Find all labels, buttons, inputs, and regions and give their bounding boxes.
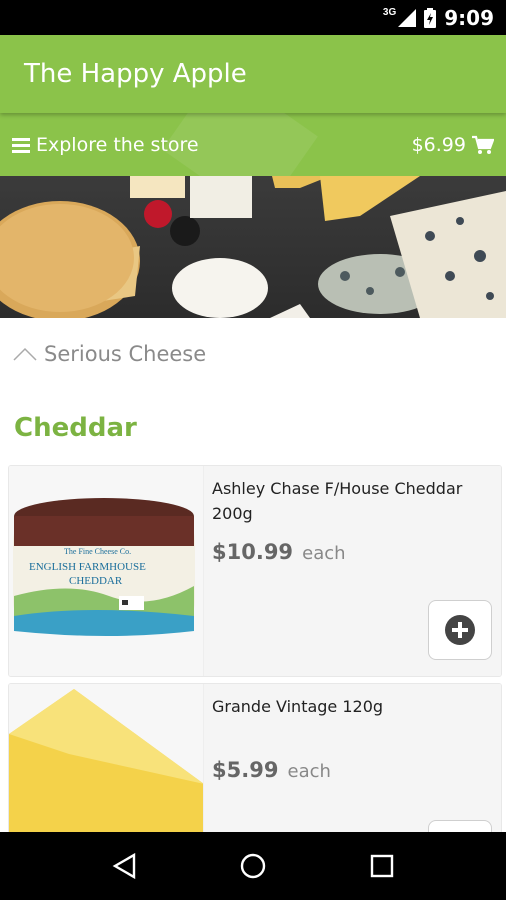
category-title: Cheddar <box>14 413 137 443</box>
product-price-amount: $5.99 <box>212 758 279 782</box>
product-image: The Fine Cheese Co. ENGLISH FARMHOUSE CH… <box>9 466 204 676</box>
product-image-label-1: The Fine Cheese Co. <box>64 547 131 556</box>
app-bar: The Happy Apple <box>0 35 506 113</box>
home-icon[interactable] <box>239 852 267 880</box>
explore-store-button[interactable]: Explore the store <box>12 134 199 156</box>
cart-total: $6.99 <box>411 133 466 156</box>
app-title: The Happy Apple <box>24 59 247 89</box>
recents-icon[interactable] <box>370 854 394 878</box>
product-image-label-3: CHEDDAR <box>69 575 123 587</box>
section-toggle[interactable]: Serious Cheese <box>0 318 506 390</box>
section-label: Serious Cheese <box>44 342 207 366</box>
product-card[interactable]: The Fine Cheese Co. ENGLISH FARMHOUSE CH… <box>8 465 502 677</box>
product-name: Grande Vintage 120g <box>212 697 384 716</box>
product-price: $10.99 each <box>212 540 493 564</box>
battery-icon <box>424 8 437 28</box>
cheese-platter-illustration <box>0 176 506 318</box>
signal-icon <box>398 9 417 27</box>
product-image-label-2: ENGLISH FARMHOUSE <box>29 561 146 573</box>
store-nav-bar: Explore the store $6.99 <box>0 113 506 176</box>
chevron-up-icon <box>13 347 37 361</box>
clock: 9:09 <box>444 6 494 30</box>
back-icon[interactable] <box>112 853 136 879</box>
explore-store-label: Explore the store <box>36 133 199 156</box>
product-price-unit: each <box>302 543 346 564</box>
product-price-amount: $10.99 <box>212 540 294 564</box>
cart-icon <box>472 135 494 154</box>
add-to-cart-button[interactable] <box>428 600 492 660</box>
status-bar: 3G 9:09 <box>0 0 506 35</box>
cart-button[interactable]: $6.99 <box>412 134 494 156</box>
product-price-unit: each <box>287 761 331 782</box>
product-price: $5.99 each <box>212 758 493 782</box>
plus-circle-icon <box>445 615 475 645</box>
product-name: Ashley Chase F/House Cheddar 200g <box>212 479 463 523</box>
product-info: Ashley Chase F/House Cheddar 200g $10.99… <box>204 466 501 676</box>
system-nav-bar <box>0 832 506 900</box>
category-banner-image <box>0 176 506 318</box>
network-type: 3G <box>382 6 397 18</box>
hamburger-icon <box>12 137 30 153</box>
